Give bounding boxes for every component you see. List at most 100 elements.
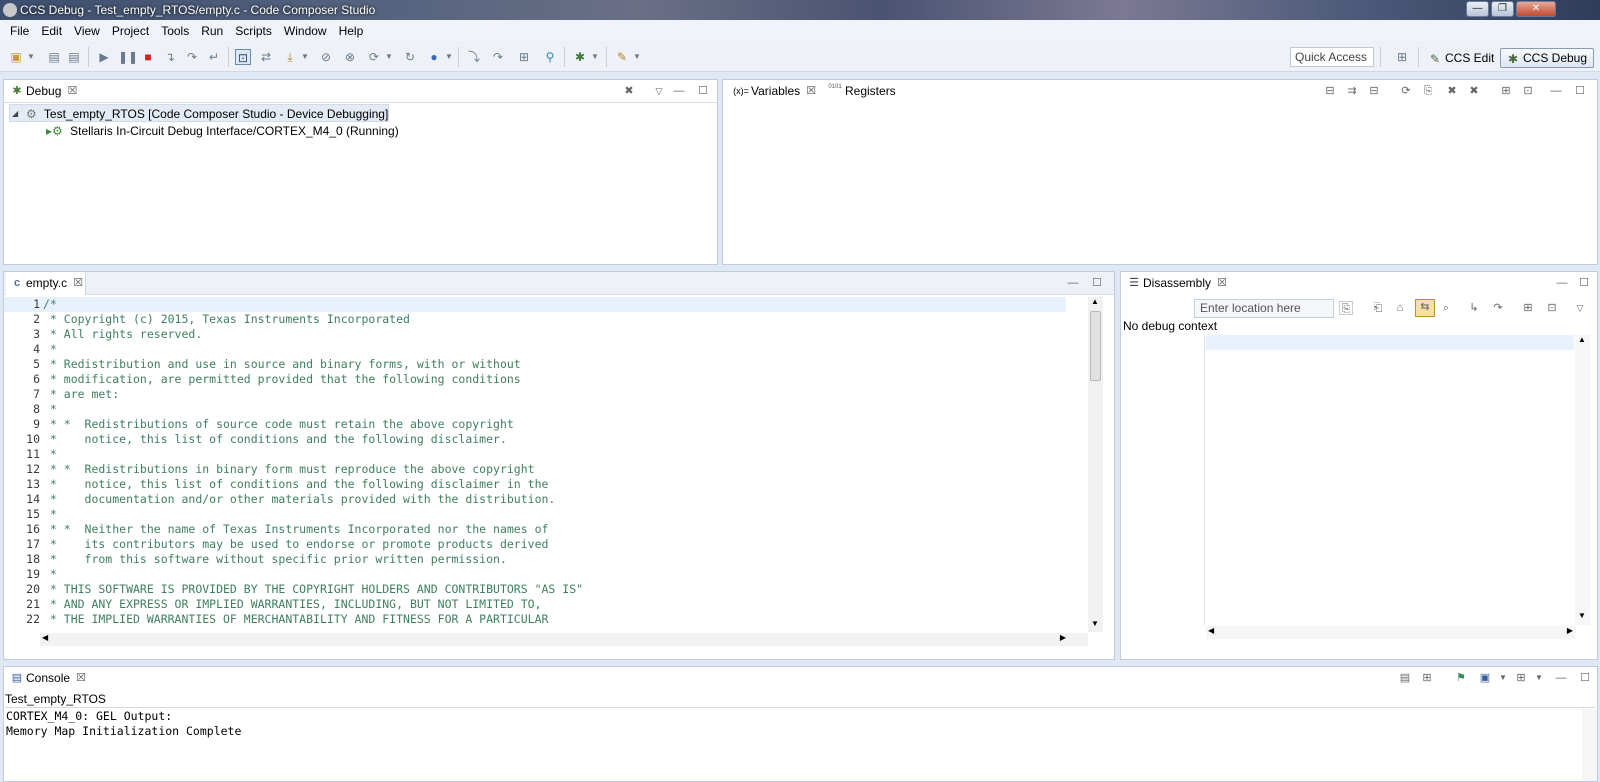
new-icon[interactable]: ▣ — [8, 49, 24, 65]
terminate-icon[interactable]: ■ — [140, 49, 156, 65]
perspective-ccs-debug[interactable]: ✱ CCS Debug — [1500, 48, 1595, 68]
code-line[interactable]: 5 * Redistribution and use in source and… — [4, 357, 1066, 372]
open-perspective-icon[interactable]: ⊞ — [1394, 49, 1410, 65]
close-tab-icon[interactable]: ☒ — [76, 667, 86, 690]
remove-terminated-icon[interactable]: ✖ — [622, 84, 636, 98]
console-output[interactable]: CORTEX_M4_0: GEL Output: Memory Map Initi… — [6, 709, 1566, 779]
load-icon[interactable]: ⤓ — [282, 49, 298, 65]
pin-icon[interactable]: ⊡ — [1521, 84, 1535, 98]
dropdown-arrow-icon[interactable]: ▼ — [444, 49, 454, 65]
maximize-view-icon[interactable]: ☐ — [1573, 84, 1587, 98]
save-all-icon[interactable]: ▤ — [66, 49, 82, 65]
restore-button[interactable]: ❐ — [1491, 1, 1514, 17]
scroll-right-icon[interactable]: ▶ — [1060, 633, 1066, 642]
code-line[interactable]: 8 * — [4, 402, 1066, 417]
assembly-step-over-icon[interactable]: ↷ — [490, 49, 506, 65]
minimize-view-icon[interactable]: — — [1549, 84, 1563, 98]
console-vertical-scrollbar[interactable] — [1582, 709, 1597, 781]
tab-console[interactable]: ▤ Console ☒ — [6, 667, 88, 690]
step-into-icon[interactable]: ↴ — [162, 49, 178, 65]
restart-icon[interactable]: ↻ — [402, 49, 418, 65]
menu-item-run[interactable]: Run — [195, 24, 229, 38]
go-icon[interactable]: ⎘ — [1339, 301, 1353, 315]
remove-icon[interactable]: ✖ — [1445, 84, 1459, 98]
menu-item-help[interactable]: Help — [333, 24, 370, 38]
assembly-step-into-icon[interactable]: ⤵ — [466, 49, 482, 65]
dropdown-arrow-icon[interactable]: ▼ — [1532, 671, 1546, 685]
menu-item-scripts[interactable]: Scripts — [229, 24, 278, 38]
menu-item-edit[interactable]: Edit — [35, 24, 68, 38]
perspective-ccs-edit[interactable]: ✎ CCS Edit — [1422, 48, 1501, 68]
minimize-view-icon[interactable]: — — [1066, 276, 1080, 290]
code-line[interactable]: 10 * notice, this list of conditions and… — [4, 432, 1066, 447]
menu-item-window[interactable]: Window — [278, 24, 333, 38]
scroll-down-icon[interactable]: ▼ — [1578, 611, 1586, 620]
editor-horizontal-scrollbar[interactable]: ◀ ▶ — [40, 633, 1088, 646]
maximize-view-icon[interactable]: ☐ — [1577, 276, 1591, 290]
close-tab-icon[interactable]: ☒ — [1217, 272, 1227, 295]
show-type-names-icon[interactable]: ⊟ — [1323, 84, 1337, 98]
code-line[interactable]: 20 * THIS SOFTWARE IS PROVIDED BY THE CO… — [4, 582, 1066, 597]
code-line[interactable]: 13 * notice, this list of conditions and… — [4, 477, 1066, 492]
code-line[interactable]: 23 * PURPOSE ARE DISCLAIMED. IN NO EVENT… — [4, 627, 1066, 629]
pin-console-icon[interactable]: ⚑ — [1454, 671, 1468, 685]
tab-empty-c[interactable]: c empty.c ☒ — [6, 272, 87, 295]
dropdown-arrow-icon[interactable]: ▼ — [384, 49, 394, 65]
reset-icon[interactable]: ⟳ — [366, 49, 382, 65]
remove-breakpoint-icon[interactable]: ⊗ — [342, 49, 358, 65]
home-icon[interactable]: ⌂ — [1393, 301, 1407, 315]
code-line[interactable]: 17 * its contributors may be used to end… — [4, 537, 1066, 552]
close-tab-icon[interactable]: ☒ — [73, 272, 83, 295]
close-tab-icon[interactable]: ☒ — [806, 80, 816, 103]
maximize-view-icon[interactable]: ☐ — [696, 84, 710, 98]
disassembly-horizontal-scrollbar[interactable]: ◀ ▶ — [1206, 626, 1575, 639]
view-menu-icon[interactable]: ▽ — [1573, 301, 1587, 315]
code-line[interactable]: 2 * Copyright (c) 2015, Texas Instrument… — [4, 312, 1066, 327]
code-line[interactable]: 3 * All rights reserved. — [4, 327, 1066, 342]
link-with-debug-icon[interactable]: ⇆ — [1415, 299, 1435, 317]
maximize-view-icon[interactable]: ☐ — [1090, 276, 1104, 290]
expand-arrow-icon[interactable]: ◢ — [12, 105, 18, 123]
menu-item-file[interactable]: File — [4, 24, 35, 38]
code-line[interactable]: 7 * are met: — [4, 387, 1066, 402]
resume-icon[interactable]: ▶ — [96, 49, 112, 65]
code-line[interactable]: 14 * documentation and/or other material… — [4, 492, 1066, 507]
menu-item-tools[interactable]: Tools — [155, 24, 195, 38]
location-input[interactable]: Enter location here — [1194, 299, 1334, 318]
dropdown-arrow-icon[interactable]: ▼ — [26, 49, 36, 65]
maximize-view-icon[interactable]: ☐ — [1578, 671, 1592, 685]
minimize-view-icon[interactable]: — — [1555, 276, 1569, 290]
back-icon[interactable]: ⎗ — [1371, 301, 1385, 315]
show-source-icon[interactable]: ⌕ — [1439, 301, 1453, 315]
menu-item-project[interactable]: Project — [106, 24, 155, 38]
minimize-view-icon[interactable]: — — [672, 84, 686, 98]
code-line[interactable]: 12 * * Redistributions in binary form mu… — [4, 462, 1066, 477]
code-line[interactable]: 6 * modification, are permitted provided… — [4, 372, 1066, 387]
scroll-down-icon[interactable]: ▼ — [1091, 619, 1099, 628]
pin-icon[interactable]: ⊡ — [1545, 301, 1559, 315]
code-line[interactable]: 18 * from this software without specific… — [4, 552, 1066, 567]
dropdown-arrow-icon[interactable]: ▼ — [590, 49, 600, 65]
minimize-button[interactable]: — — [1466, 1, 1489, 17]
tree-item-thread[interactable]: ▸⚙ Stellaris In-Circuit Debug Interface/… — [46, 122, 399, 140]
code-line[interactable]: 4 * — [4, 342, 1066, 357]
collapse-all-icon[interactable]: ⊟ — [1367, 84, 1381, 98]
show-logical-structure-icon[interactable]: ⇉ — [1345, 84, 1359, 98]
code-line[interactable]: 16 * * Neither the name of Texas Instrum… — [4, 522, 1066, 537]
dropdown-arrow-icon[interactable]: ▼ — [1496, 671, 1510, 685]
display-console-icon[interactable]: ▣ — [1478, 671, 1492, 685]
add-expression-icon[interactable]: ⎘ — [1421, 84, 1435, 98]
menu-item-view[interactable]: View — [68, 24, 106, 38]
close-button[interactable]: ✕ — [1516, 1, 1556, 17]
breakpoint-icon[interactable]: ⊘ — [318, 49, 334, 65]
load-program-icon[interactable]: ⇄ — [258, 49, 274, 65]
code-line[interactable]: 19 * — [4, 567, 1066, 582]
code-line[interactable]: 21 * AND ANY EXPRESS OR IMPLIED WARRANTI… — [4, 597, 1066, 612]
tab-debug[interactable]: ✱ Debug ☒ — [6, 80, 79, 103]
close-tab-icon[interactable]: ☒ — [68, 80, 78, 103]
step-over-icon[interactable]: ↷ — [1491, 301, 1505, 315]
scroll-thumb[interactable] — [1090, 311, 1101, 381]
minimize-view-icon[interactable]: — — [1554, 671, 1568, 685]
scroll-up-icon[interactable]: ▲ — [1091, 297, 1099, 306]
code-line[interactable]: 9 * * Redistributions of source code mus… — [4, 417, 1066, 432]
